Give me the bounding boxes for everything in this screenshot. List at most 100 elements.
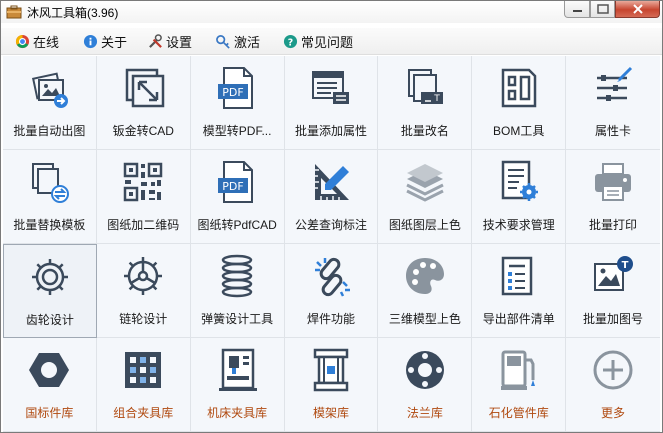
flange-icon bbox=[405, 351, 444, 389]
menu-about[interactable]: 关于 bbox=[83, 32, 127, 50]
svg-text:PDF: PDF bbox=[222, 180, 243, 193]
tech-requirements-icon bbox=[501, 160, 538, 201]
pdf-icon: PDF bbox=[218, 67, 254, 109]
tool-label: 齿轮设计 bbox=[25, 313, 74, 327]
tool-tech-requirements[interactable]: 技术要求管理 bbox=[472, 150, 567, 244]
plus-circle-icon bbox=[593, 350, 633, 390]
chrome-icon bbox=[15, 34, 30, 48]
tool-label: BOM工具 bbox=[493, 124, 545, 138]
window-title: 沐风工具箱(3.96) bbox=[27, 6, 119, 20]
menu-bar: 在线 关于 设置 激活 ? 常见问题 bbox=[1, 28, 662, 55]
tool-label: 三维模型上色 bbox=[388, 312, 461, 326]
tool-spring-design[interactable]: 弹簧设计工具 bbox=[190, 244, 285, 338]
tool-label: 批量添加属性 bbox=[294, 124, 367, 138]
menu-settings[interactable]: 设置 bbox=[148, 32, 192, 50]
tool-model-to-pdf[interactable]: PDF 模型转PDF... bbox=[190, 56, 285, 150]
hex-nut-icon bbox=[29, 353, 70, 387]
tool-tolerance-lookup[interactable]: 公差查询标注 bbox=[284, 150, 379, 244]
tool-property-card[interactable]: 属性卡 bbox=[566, 56, 660, 150]
tool-bom[interactable]: BOM工具 bbox=[472, 56, 567, 150]
minimize-button[interactable] bbox=[564, 1, 590, 18]
bom-icon bbox=[501, 68, 536, 108]
add-property-icon bbox=[311, 71, 349, 104]
palette-icon bbox=[405, 258, 444, 294]
menu-faq-label: 常见问题 bbox=[301, 34, 354, 50]
menu-about-label: 关于 bbox=[101, 34, 128, 50]
mold-base-icon bbox=[313, 348, 349, 392]
tool-weldment[interactable]: 焊件功能 bbox=[284, 244, 379, 338]
tool-label: 公差查询标注 bbox=[294, 218, 367, 232]
minimize-icon bbox=[573, 10, 582, 12]
tool-batch-print[interactable]: 批量打印 bbox=[566, 150, 660, 244]
tool-label: 法兰库 bbox=[406, 406, 443, 420]
info-icon bbox=[83, 34, 98, 48]
tool-batch-replace-template[interactable]: 批量替换模板 bbox=[3, 150, 97, 244]
weldment-icon bbox=[314, 257, 350, 297]
tool-petrochemical-pipe-library[interactable]: 石化管件库 bbox=[472, 338, 567, 432]
close-icon bbox=[633, 4, 643, 14]
rename-icon: T bbox=[407, 69, 443, 104]
menu-activate-label: 激活 bbox=[234, 34, 261, 50]
tool-label: 更多 bbox=[601, 406, 626, 420]
tool-3d-coloring[interactable]: 三维模型上色 bbox=[378, 244, 473, 338]
svg-text:T: T bbox=[622, 260, 629, 271]
sheetmetal-icon bbox=[126, 68, 165, 108]
sprocket-icon bbox=[124, 257, 163, 295]
tool-flange-library[interactable]: 法兰库 bbox=[378, 338, 473, 432]
spring-icon bbox=[221, 254, 253, 298]
tool-label: 批量加图号 bbox=[583, 312, 644, 326]
tool-label: 批量替换模板 bbox=[13, 218, 86, 232]
tool-label: 图纸图层上色 bbox=[388, 218, 461, 232]
printer-icon bbox=[595, 163, 632, 201]
tool-machine-fixture-library[interactable]: 机床夹具库 bbox=[190, 338, 285, 432]
toolbox-icon bbox=[6, 5, 22, 19]
menu-activate[interactable]: 激活 bbox=[216, 32, 260, 50]
tool-label: 导出部件清单 bbox=[482, 312, 555, 326]
tool-label: 国标件库 bbox=[25, 406, 74, 420]
tools-icon bbox=[149, 33, 162, 48]
tool-label: 钣金转CAD bbox=[112, 124, 174, 138]
tool-label: 机床夹具库 bbox=[207, 406, 268, 420]
tool-drawing-to-pdfcad[interactable]: PDF 图纸转PdfCAD bbox=[190, 150, 285, 244]
svg-text:T: T bbox=[433, 94, 440, 104]
svg-text:PDF: PDF bbox=[222, 86, 243, 99]
tool-export-parts-list[interactable]: 导出部件清单 bbox=[472, 244, 567, 338]
machine-fixture-icon bbox=[219, 348, 258, 391]
tool-layer-coloring[interactable]: 图纸图层上色 bbox=[378, 150, 473, 244]
fixture-plate-icon bbox=[125, 352, 162, 388]
auto-drawing-icon bbox=[32, 72, 69, 108]
menu-faq[interactable]: ? 常见问题 bbox=[283, 32, 353, 50]
tool-label: 批量打印 bbox=[589, 218, 638, 232]
tool-gb-standard-parts[interactable]: 国标件库 bbox=[3, 338, 97, 432]
tool-gear-design[interactable]: 齿轮设计 bbox=[3, 244, 97, 338]
tool-label: 技术要求管理 bbox=[482, 218, 555, 232]
help-icon: ? bbox=[283, 34, 298, 48]
close-button[interactable] bbox=[615, 1, 660, 18]
key-icon bbox=[216, 34, 230, 49]
parts-list-icon bbox=[501, 256, 532, 296]
tool-mold-base-library[interactable]: 模架库 bbox=[284, 338, 379, 432]
property-card-icon bbox=[597, 66, 633, 101]
tool-sheetmetal-to-cad[interactable]: 钣金转CAD bbox=[96, 56, 191, 150]
gear-icon bbox=[31, 259, 68, 295]
title-bar: 沐风工具箱(3.96) bbox=[1, 1, 662, 23]
tool-label: 弹簧设计工具 bbox=[201, 312, 274, 326]
qrcode-icon bbox=[124, 162, 163, 202]
menu-settings-label: 设置 bbox=[166, 34, 193, 50]
tool-drawing-qrcode[interactable]: 图纸加二维码 bbox=[96, 150, 191, 244]
tool-label: 组合夹具库 bbox=[113, 406, 174, 420]
tool-batch-auto-drawing[interactable]: 批量自动出图 bbox=[3, 56, 97, 150]
triangle-ruler-icon bbox=[314, 164, 349, 200]
tool-label: 批量自动出图 bbox=[13, 124, 86, 138]
maximize-button[interactable] bbox=[590, 1, 615, 18]
tool-modular-fixture-library[interactable]: 组合夹具库 bbox=[96, 338, 191, 432]
tool-batch-add-drawing-number[interactable]: T 批量加图号 bbox=[566, 244, 660, 338]
tool-batch-add-property[interactable]: 批量添加属性 bbox=[284, 56, 379, 150]
tool-sprocket-design[interactable]: 链轮设计 bbox=[96, 244, 191, 338]
menu-online[interactable]: 在线 bbox=[15, 32, 59, 50]
tool-label: 石化管件库 bbox=[488, 406, 549, 420]
tool-batch-rename[interactable]: T 批量改名 bbox=[378, 56, 473, 150]
tool-more[interactable]: 更多 bbox=[566, 338, 660, 432]
add-drawing-number-icon: T bbox=[594, 256, 634, 291]
tool-label: 焊件功能 bbox=[306, 312, 355, 326]
